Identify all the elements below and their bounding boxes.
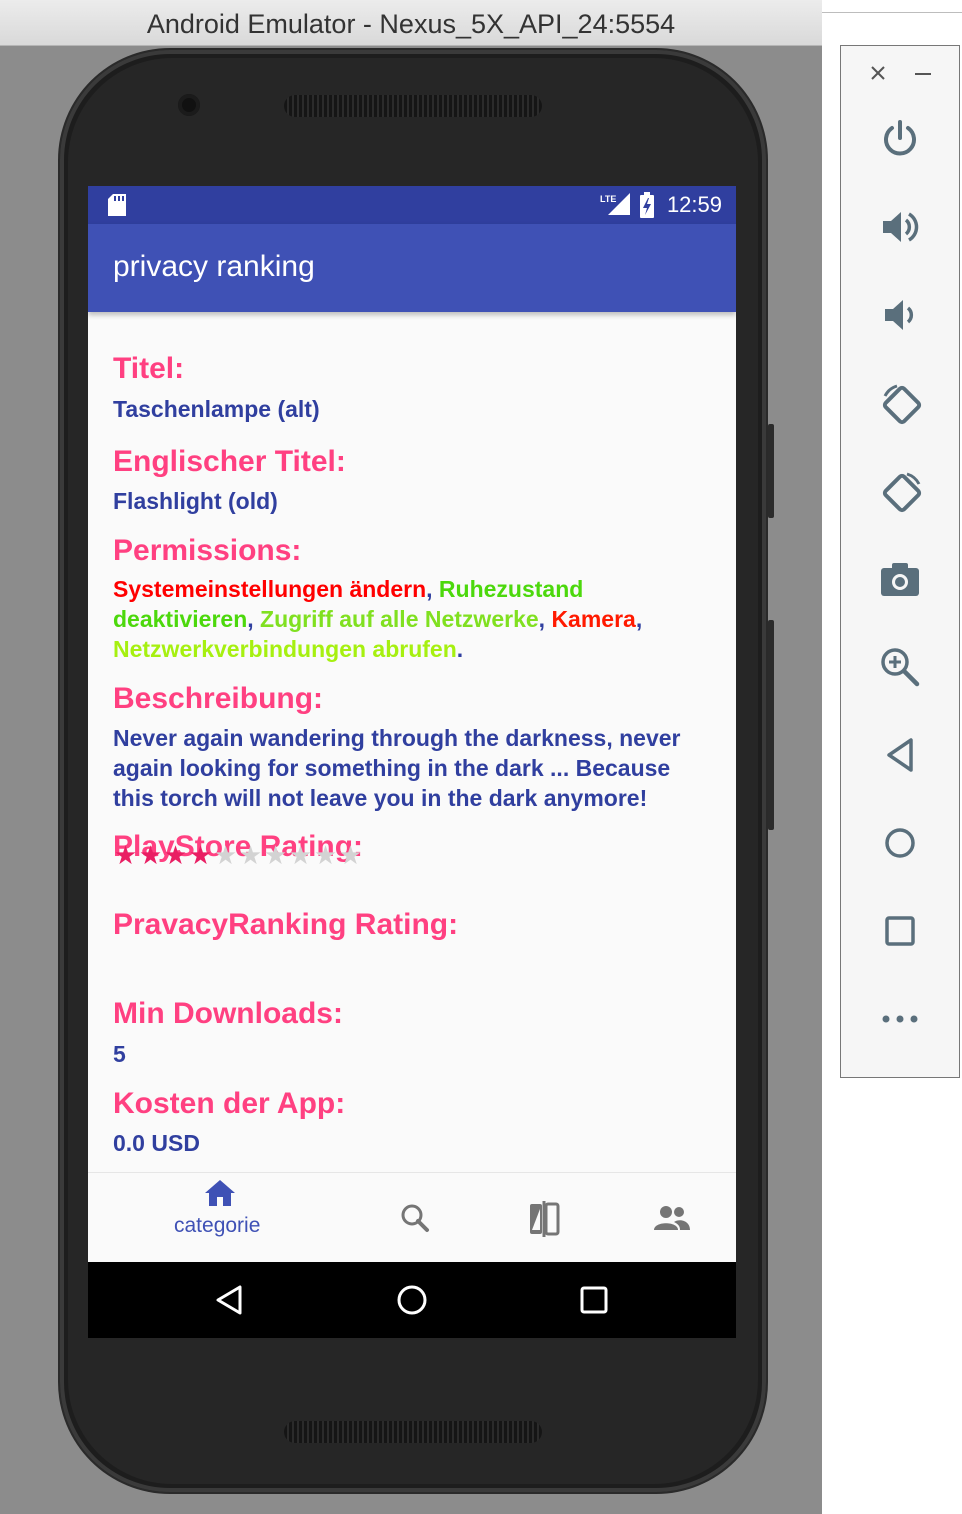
rotate-right-button[interactable]: [841, 460, 959, 520]
emulator-window: Android Emulator - Nexus_5X_API_24:5554 …: [0, 0, 822, 1514]
more-button[interactable]: [841, 988, 959, 1048]
nav-item-compare[interactable]: [508, 1173, 580, 1263]
window-edge-line: [822, 12, 962, 13]
playstore-rating-stars: ★★★★★★★★★★: [113, 841, 363, 869]
top-speaker: [284, 95, 542, 117]
search-icon: [400, 1203, 430, 1238]
phone-screen: LTE 12:59 privacy ranking Titel: Taschen…: [88, 186, 736, 1338]
nav-item-people[interactable]: [636, 1173, 708, 1263]
app-bar: privacy ranking: [88, 224, 736, 312]
power-icon: [884, 120, 916, 156]
back-icon[interactable]: [214, 1284, 244, 1321]
overview-button[interactable]: [841, 900, 959, 960]
volume-down-button[interactable]: [841, 284, 959, 344]
system-navigation-bar: [88, 1262, 736, 1338]
star-empty-icon: ★: [213, 840, 238, 870]
status-bar: LTE 12:59: [88, 186, 736, 224]
zoom-in-icon: [881, 648, 920, 687]
home-button[interactable]: [841, 812, 959, 872]
nav-item-search[interactable]: [380, 1173, 452, 1263]
star-filled-icon: ★: [113, 840, 138, 870]
people-icon: [654, 1205, 690, 1236]
emulator-toolbar: [840, 45, 960, 1078]
star-filled-icon: ★: [138, 840, 163, 870]
status-time: 12:59: [666, 192, 722, 217]
rotate-right-icon: [882, 472, 922, 513]
title-value: Taschenlampe (alt): [113, 396, 320, 422]
bottom-navigation: categorie: [88, 1172, 736, 1262]
hardware-volume-button[interactable]: [768, 620, 774, 830]
volume-up-icon: [883, 212, 919, 242]
front-camera: [178, 94, 200, 116]
min-downloads-label: Min Downloads:: [113, 997, 343, 1030]
home-circle-icon: [885, 828, 915, 858]
permission-item: Kamera: [551, 606, 636, 632]
description-label: Beschreibung:: [113, 682, 324, 715]
back-triangle-icon: [887, 738, 913, 772]
permissions-label: Permissions:: [113, 534, 302, 567]
nav-item-categorie[interactable]: categorie: [154, 1173, 284, 1263]
permission-item: Zugriff auf alle Netzwerke: [260, 606, 539, 632]
lte-signal-icon: LTE: [600, 193, 630, 222]
description-value: Never again wandering through the darkne…: [113, 725, 681, 811]
star-empty-icon: ★: [313, 840, 338, 870]
star-empty-icon: ★: [238, 840, 263, 870]
recent-apps-icon[interactable]: [580, 1286, 608, 1319]
hardware-power-button[interactable]: [768, 424, 774, 518]
star-filled-icon: ★: [163, 840, 188, 870]
star-filled-icon: ★: [188, 840, 213, 870]
permission-item: Netzwerkverbindungen abrufen: [113, 636, 457, 662]
star-empty-icon: ★: [338, 840, 363, 870]
more-dots-icon: [882, 1015, 918, 1023]
cost-label: Kosten der App:: [113, 1087, 346, 1120]
star-empty-icon: ★: [288, 840, 313, 870]
bottom-speaker: [284, 1421, 542, 1443]
square-icon: [885, 916, 915, 946]
sd-card-icon: [108, 194, 126, 221]
min-downloads-value: 5: [113, 1041, 126, 1067]
volume-down-icon: [885, 300, 914, 330]
title-label: Titel:: [113, 352, 185, 385]
rotate-left-icon: [882, 384, 922, 425]
battery-charging-icon: [640, 192, 654, 223]
home-icon: [204, 1179, 236, 1212]
power-button[interactable]: [841, 108, 959, 168]
nav-label-categorie: categorie: [174, 1214, 261, 1237]
home-circle-icon[interactable]: [396, 1284, 428, 1321]
window-title: Android Emulator - Nexus_5X_API_24:5554: [0, 0, 822, 46]
compare-icon: [528, 1201, 560, 1242]
permission-item: Systemeinstellungen ändern: [113, 576, 427, 602]
cost-value: 0.0 USD: [113, 1130, 200, 1156]
english-title-label: Englischer Titel:: [113, 445, 346, 478]
back-button[interactable]: [841, 724, 959, 784]
close-icon[interactable]: [869, 64, 887, 87]
camera-icon: [881, 563, 919, 596]
minimize-icon[interactable]: [913, 64, 933, 87]
volume-up-button[interactable]: [841, 196, 959, 256]
permissions-list: Systemeinstellungen ändern, Ruhezustand …: [113, 576, 643, 662]
english-title-value: Flashlight (old): [113, 488, 278, 514]
svg-text:LTE: LTE: [600, 194, 616, 204]
app-title: privacy ranking: [113, 250, 315, 283]
screenshot-button[interactable]: [841, 548, 959, 608]
zoom-button[interactable]: [841, 636, 959, 696]
privacy-rating-label: PravacyRanking Rating:: [113, 908, 459, 941]
rotate-left-button[interactable]: [841, 372, 959, 432]
star-empty-icon: ★: [263, 840, 288, 870]
